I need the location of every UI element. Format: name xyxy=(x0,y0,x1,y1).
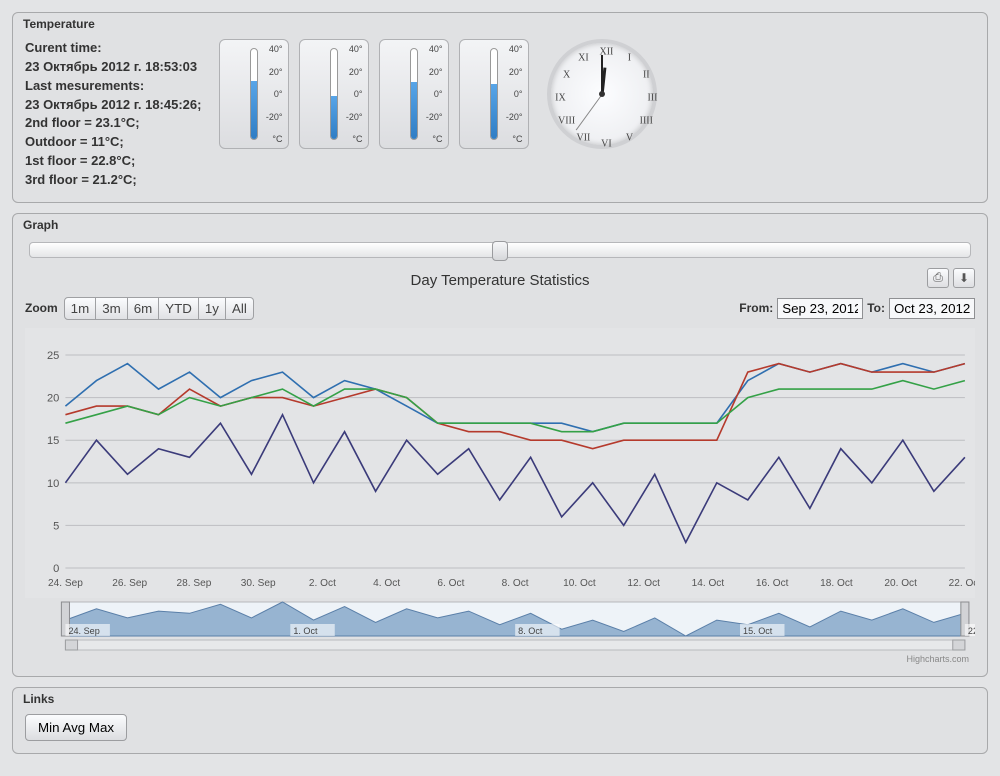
svg-text:1. Oct: 1. Oct xyxy=(293,626,318,636)
thermometer-3: 40° 20° 0° -20° °C xyxy=(379,39,449,149)
zoom-ytd[interactable]: YTD xyxy=(159,297,199,320)
graph-panel: Graph ⎙ ⬇ Day Temperature Statistics Zoo… xyxy=(12,213,988,677)
svg-text:20: 20 xyxy=(47,392,59,404)
svg-text:16. Oct: 16. Oct xyxy=(756,578,789,589)
svg-text:12. Oct: 12. Oct xyxy=(627,578,660,589)
svg-text:15: 15 xyxy=(47,435,59,447)
svg-text:0: 0 xyxy=(53,563,59,575)
graph-panel-title: Graph xyxy=(13,214,987,232)
temperature-panel-title: Temperature xyxy=(13,13,987,31)
svg-text:24. Sep: 24. Sep xyxy=(68,626,99,636)
svg-text:8. Oct: 8. Oct xyxy=(502,578,529,589)
svg-text:22. Oct: 22. Oct xyxy=(968,626,975,636)
clock-numeral: V xyxy=(626,132,633,143)
clock-numeral: IIII xyxy=(640,116,653,127)
svg-text:6. Oct: 6. Oct xyxy=(437,578,464,589)
svg-text:14. Oct: 14. Oct xyxy=(692,578,725,589)
svg-text:26. Sep: 26. Sep xyxy=(112,578,147,589)
clock-second-hand xyxy=(576,94,603,130)
zoom-3m[interactable]: 3m xyxy=(96,297,128,320)
thermometer-2: 40° 20° 0° -20° °C xyxy=(299,39,369,149)
thermometer-group: 40° 20° 0° -20° °C 40° 20° 0° -20° °C xyxy=(219,39,529,149)
last-measurement-value: 23 Октябрь 2012 г. 18:45:26; xyxy=(25,97,201,112)
svg-text:8. Oct: 8. Oct xyxy=(518,626,543,636)
svg-text:22. Oct: 22. Oct xyxy=(949,578,975,589)
zoom-all[interactable]: All xyxy=(226,297,254,320)
svg-text:25: 25 xyxy=(47,350,59,362)
svg-text:18. Oct: 18. Oct xyxy=(820,578,853,589)
zoom-button-group: 1m 3m 6m YTD 1y All xyxy=(64,297,254,320)
zoom-slider[interactable] xyxy=(29,242,971,258)
min-avg-max-button[interactable]: Min Avg Max xyxy=(25,714,127,741)
clock-numeral: II xyxy=(643,70,650,81)
temperature-panel: Temperature Curent time: 23 Октябрь 2012… xyxy=(12,12,988,203)
navigator-chart[interactable]: 24. Sep 1. Oct 8. Oct 15. Oct 22. Oct xyxy=(25,600,975,652)
last-measurement-label: Last mesurements: xyxy=(25,78,144,93)
current-time-value: 23 Октябрь 2012 г. 18:53:03 xyxy=(25,59,197,74)
zoom-6m[interactable]: 6m xyxy=(128,297,160,320)
thermometer-4: 40° 20° 0° -20° °C xyxy=(459,39,529,149)
clock-numeral: I xyxy=(628,53,631,64)
zoom-label: Zoom xyxy=(25,301,58,315)
temperature-readout: Curent time: 23 Октябрь 2012 г. 18:53:03… xyxy=(25,39,201,190)
analog-clock: XIIIIIIIIIIIIVVIVIIVIIIIXXXI xyxy=(547,39,657,149)
reading-2nd-floor: 2nd floor = 23.1°C; xyxy=(25,115,140,130)
clock-numeral: X xyxy=(563,70,570,81)
links-panel: Links Min Avg Max xyxy=(12,687,988,754)
reading-outdoor: Outdoor = 11°C; xyxy=(25,134,124,149)
clock-numeral: VII xyxy=(577,132,591,143)
download-icon[interactable]: ⬇ xyxy=(953,268,975,288)
svg-text:4. Oct: 4. Oct xyxy=(373,578,400,589)
svg-text:20. Oct: 20. Oct xyxy=(884,578,917,589)
range-from-input[interactable] xyxy=(777,298,863,319)
main-chart[interactable]: 0 5 10 15 20 25 24. Sep 26. Sep 28. Sep 30. Sep 2.… xyxy=(25,328,975,598)
print-icon[interactable]: ⎙ xyxy=(927,268,949,288)
svg-text:10: 10 xyxy=(47,478,59,490)
clock-numeral: IX xyxy=(555,93,566,104)
clock-numeral: XII xyxy=(600,47,614,58)
chart-credit: Highcharts.com xyxy=(25,652,975,664)
zoom-1y[interactable]: 1y xyxy=(199,297,226,320)
links-panel-title: Links xyxy=(13,688,987,706)
reading-3rd-floor: 3rd floor = 21.2°C; xyxy=(25,172,137,187)
clock-numeral: VIII xyxy=(558,116,575,127)
clock-numeral: VI xyxy=(601,139,612,150)
zoom-slider-thumb[interactable] xyxy=(492,241,508,261)
range-to-input[interactable] xyxy=(889,298,975,319)
chart-title: Day Temperature Statistics xyxy=(25,272,975,289)
current-time-label: Curent time: xyxy=(25,40,102,55)
clock-numeral: XI xyxy=(578,53,589,64)
svg-text:30. Sep: 30. Sep xyxy=(241,578,276,589)
svg-text:28. Sep: 28. Sep xyxy=(177,578,212,589)
svg-text:2. Oct: 2. Oct xyxy=(309,578,336,589)
clock-numeral: III xyxy=(647,93,657,104)
thermometer-1: 40° 20° 0° -20° °C xyxy=(219,39,289,149)
svg-text:10. Oct: 10. Oct xyxy=(563,578,596,589)
zoom-1m[interactable]: 1m xyxy=(64,297,97,320)
svg-text:24. Sep: 24. Sep xyxy=(48,578,83,589)
svg-text:15. Oct: 15. Oct xyxy=(743,626,773,636)
reading-1st-floor: 1st floor = 22.8°C; xyxy=(25,153,135,168)
range-from-label: From: xyxy=(739,301,773,315)
range-to-label: To: xyxy=(867,301,885,315)
svg-text:5: 5 xyxy=(53,520,59,532)
